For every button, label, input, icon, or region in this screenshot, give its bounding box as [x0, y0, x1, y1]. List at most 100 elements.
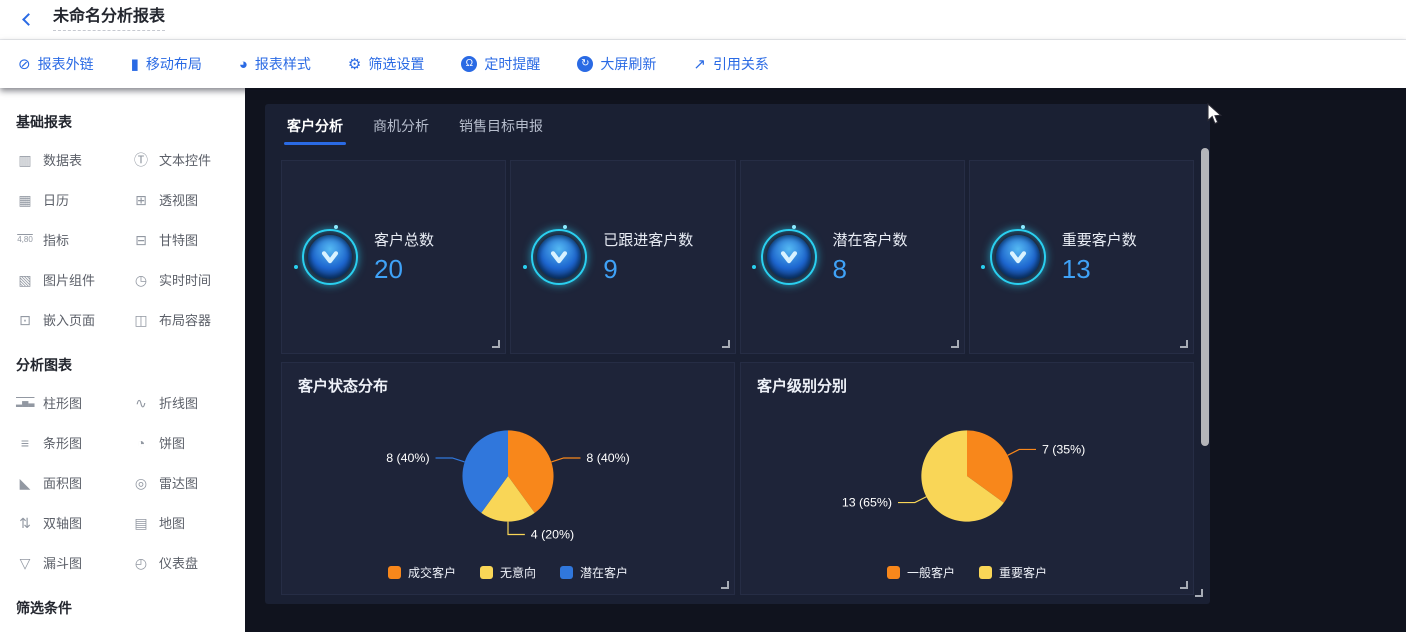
pie-chart-card[interactable]: 客户级别分别7 (35%)13 (65%)一般客户重要客户 [740, 362, 1194, 595]
sidebar-item-label: 数据表 [43, 150, 82, 169]
pie-style-icon: ◕ [239, 57, 248, 72]
tab-商机分析[interactable]: 商机分析 [373, 116, 429, 145]
tab-销售目标申报[interactable]: 销售目标申报 [459, 116, 543, 145]
kpi-text: 重要客户数 13 [1062, 229, 1137, 285]
card-resize-handle[interactable] [721, 581, 729, 589]
kpi-label: 客户总数 [374, 229, 434, 250]
layout-container-icon: ◫ [132, 313, 150, 327]
dual-axis-icon: ⇅ [16, 516, 34, 530]
sidebar-item-embed-page[interactable]: ⊡ 嵌入页面 [16, 310, 132, 329]
pie-chart: 8 (40%)4 (20%)8 (40%) [282, 363, 734, 594]
toolbar-label: 报表外链 [38, 54, 94, 74]
pivot-table-icon: ⊞ [132, 193, 150, 207]
legend-swatch [979, 566, 992, 579]
sidebar-item-gantt[interactable]: ⊟甘特图 [132, 230, 229, 249]
gauge-icon: ◴ [132, 556, 150, 570]
sidebar-item-realtime-clock[interactable]: ◷实时时间 [132, 270, 229, 289]
card-resize-handle[interactable] [492, 340, 500, 348]
sidebar-item-label: 漏斗图 [43, 553, 82, 572]
sidebar-item-gauge[interactable]: ◴仪表盘 [132, 553, 229, 572]
sidebar-item-calendar[interactable]: ▦日历 [16, 190, 132, 209]
chart-title: 客户状态分布 [298, 375, 388, 396]
area-chart-icon: ◣ [16, 476, 34, 490]
legend-item-无意向[interactable]: 无意向 [480, 564, 536, 581]
sidebar-section-grid: ▂▅▃ 柱形图 ∿折线图 ≡条形图◔饼图 ◣面积图◎雷达图 ⇅双轴图▤地图 ▽ 漏斗图 ◴仪表盘 [16, 393, 229, 572]
legend-swatch [480, 566, 493, 579]
toolbar-label: 筛选设置 [368, 54, 424, 74]
legend-label: 重要客户 [999, 564, 1047, 581]
kpi-label: 重要客户数 [1062, 229, 1137, 250]
kpi-card[interactable]: 潜在客户数8 [740, 160, 965, 354]
card-resize-handle[interactable] [1180, 581, 1188, 589]
toolbar-filter-setting[interactable]: ⚙筛选设置 [348, 54, 424, 74]
legend-item-一般客户[interactable]: 一般客户 [887, 564, 955, 581]
toolbar-report-style[interactable]: ◕报表样式 [239, 54, 311, 74]
embed-page-icon: ⊡ [16, 313, 34, 327]
sidebar-item-label: 饼图 [159, 433, 185, 452]
toolbar-timed-reminder[interactable]: Ω定时提醒 [461, 54, 540, 74]
panel-resize-handle[interactable] [1195, 589, 1203, 597]
sidebar-section-title: 筛选条件 [16, 598, 229, 618]
kpi-text: 客户总数20 [374, 229, 434, 285]
sidebar-item-pivot-view[interactable]: ⊞透视图 [132, 190, 229, 209]
sidebar-item-bar-chart[interactable]: ≡条形图 [16, 433, 132, 452]
legend-label: 一般客户 [907, 564, 955, 581]
kpi-card[interactable]: 客户总数20 [281, 160, 506, 354]
legend-item-潜在客户[interactable]: 潜在客户 [560, 564, 628, 581]
label-leader-line [508, 522, 525, 535]
report-title[interactable]: 未命名分析报表 [53, 8, 165, 32]
sidebar-section-title: 分析图表 [16, 355, 229, 375]
card-resize-handle[interactable] [951, 340, 959, 348]
toolbar-mobile-layout[interactable]: ▮移动布局 [131, 54, 202, 74]
kpi-badge-icon [537, 235, 581, 279]
toolbar-reference[interactable]: ↗引用关系 [693, 54, 769, 74]
sidebar-section: 基础报表▥数据表Ⓣ文本控件▦日历⊞透视图4,80指标⊟甘特图▧图片组件◷实时时间… [16, 112, 229, 329]
tab-客户分析[interactable]: 客户分析 [287, 116, 343, 145]
kpi-card[interactable]: 重要客户数 13 [969, 160, 1194, 354]
legend-item-成交客户[interactable]: 成交客户 [388, 564, 456, 581]
sidebar-item-data-table[interactable]: ▥数据表 [16, 150, 132, 169]
kpi-value: 13 [1062, 254, 1137, 285]
card-resize-handle[interactable] [1180, 340, 1188, 348]
sidebar-item-area-chart[interactable]: ◣面积图 [16, 473, 132, 492]
sidebar-item-map[interactable]: ▤地图 [132, 513, 229, 532]
sidebar-item-image-widget[interactable]: ▧图片组件 [16, 270, 132, 289]
chart-legend: 一般客户 重要客户 [741, 564, 1193, 581]
sidebar-item-label: 图片组件 [43, 270, 95, 289]
dashboard-canvas: 客户分析 商机分析 销售目标申报 客户总数20 已跟进客户数9 潜在客户数8 重要客户数 1… [245, 88, 1406, 632]
kpi-card[interactable]: 已跟进客户数9 [510, 160, 735, 354]
label-leader-line [436, 458, 465, 462]
dashboard-panel: 客户分析 商机分析 销售目标申报 客户总数20 已跟进客户数9 潜在客户数8 重要客户数 1… [265, 104, 1210, 604]
back-button[interactable] [18, 10, 38, 30]
sidebar-item-label: 嵌入页面 [43, 310, 95, 329]
indicator-number-icon: 4,80 [16, 236, 34, 244]
toolbar-external-link[interactable]: ⊘报表外链 [18, 54, 94, 74]
kpi-text: 已跟进客户数9 [603, 229, 693, 285]
sidebar-item-pie-chart[interactable]: ◔饼图 [132, 433, 229, 452]
pie-chart-card[interactable]: 客户状态分布8 (40%)4 (20%)8 (40%)成交客户 无意向 潜在客户 [281, 362, 735, 595]
legend-label: 潜在客户 [580, 564, 628, 581]
column-chart-icon: ▂▅▃ [16, 399, 34, 407]
sidebar-item-layout-container[interactable]: ◫布局容器 [132, 310, 229, 329]
vertical-scrollbar-thumb[interactable] [1201, 148, 1209, 446]
toolbar-screen-refresh[interactable]: ↻大屏刷新 [577, 54, 656, 74]
sidebar-item-radar-chart[interactable]: ◎雷达图 [132, 473, 229, 492]
pie-chart: 7 (35%)13 (65%) [741, 363, 1193, 594]
kpi-badge-icon [308, 235, 352, 279]
sidebar-item-text-widget[interactable]: Ⓣ文本控件 [132, 150, 229, 169]
kpi-value: 9 [603, 254, 693, 285]
kpi-badge-icon [767, 235, 811, 279]
back-chevron-icon [22, 13, 35, 26]
card-resize-handle[interactable] [722, 340, 730, 348]
sidebar-item-label: 柱形图 [43, 393, 82, 412]
sidebar-item-dual-axis-chart[interactable]: ⇅双轴图 [16, 513, 132, 532]
sidebar-item-label: 文本控件 [159, 150, 211, 169]
clock-icon: ◷ [132, 273, 150, 287]
funnel-icon: ▽ [16, 556, 34, 570]
sidebar-item-line-chart[interactable]: ∿折线图 [132, 393, 229, 412]
sidebar-item-funnel-chart[interactable]: ▽ 漏斗图 [16, 553, 132, 572]
legend-item-重要客户[interactable]: 重要客户 [979, 564, 1047, 581]
sidebar-item-column-chart[interactable]: ▂▅▃ 柱形图 [16, 393, 132, 412]
refresh-icon: ↻ [577, 56, 593, 72]
sidebar-item-indicator[interactable]: 4,80指标 [16, 230, 132, 249]
